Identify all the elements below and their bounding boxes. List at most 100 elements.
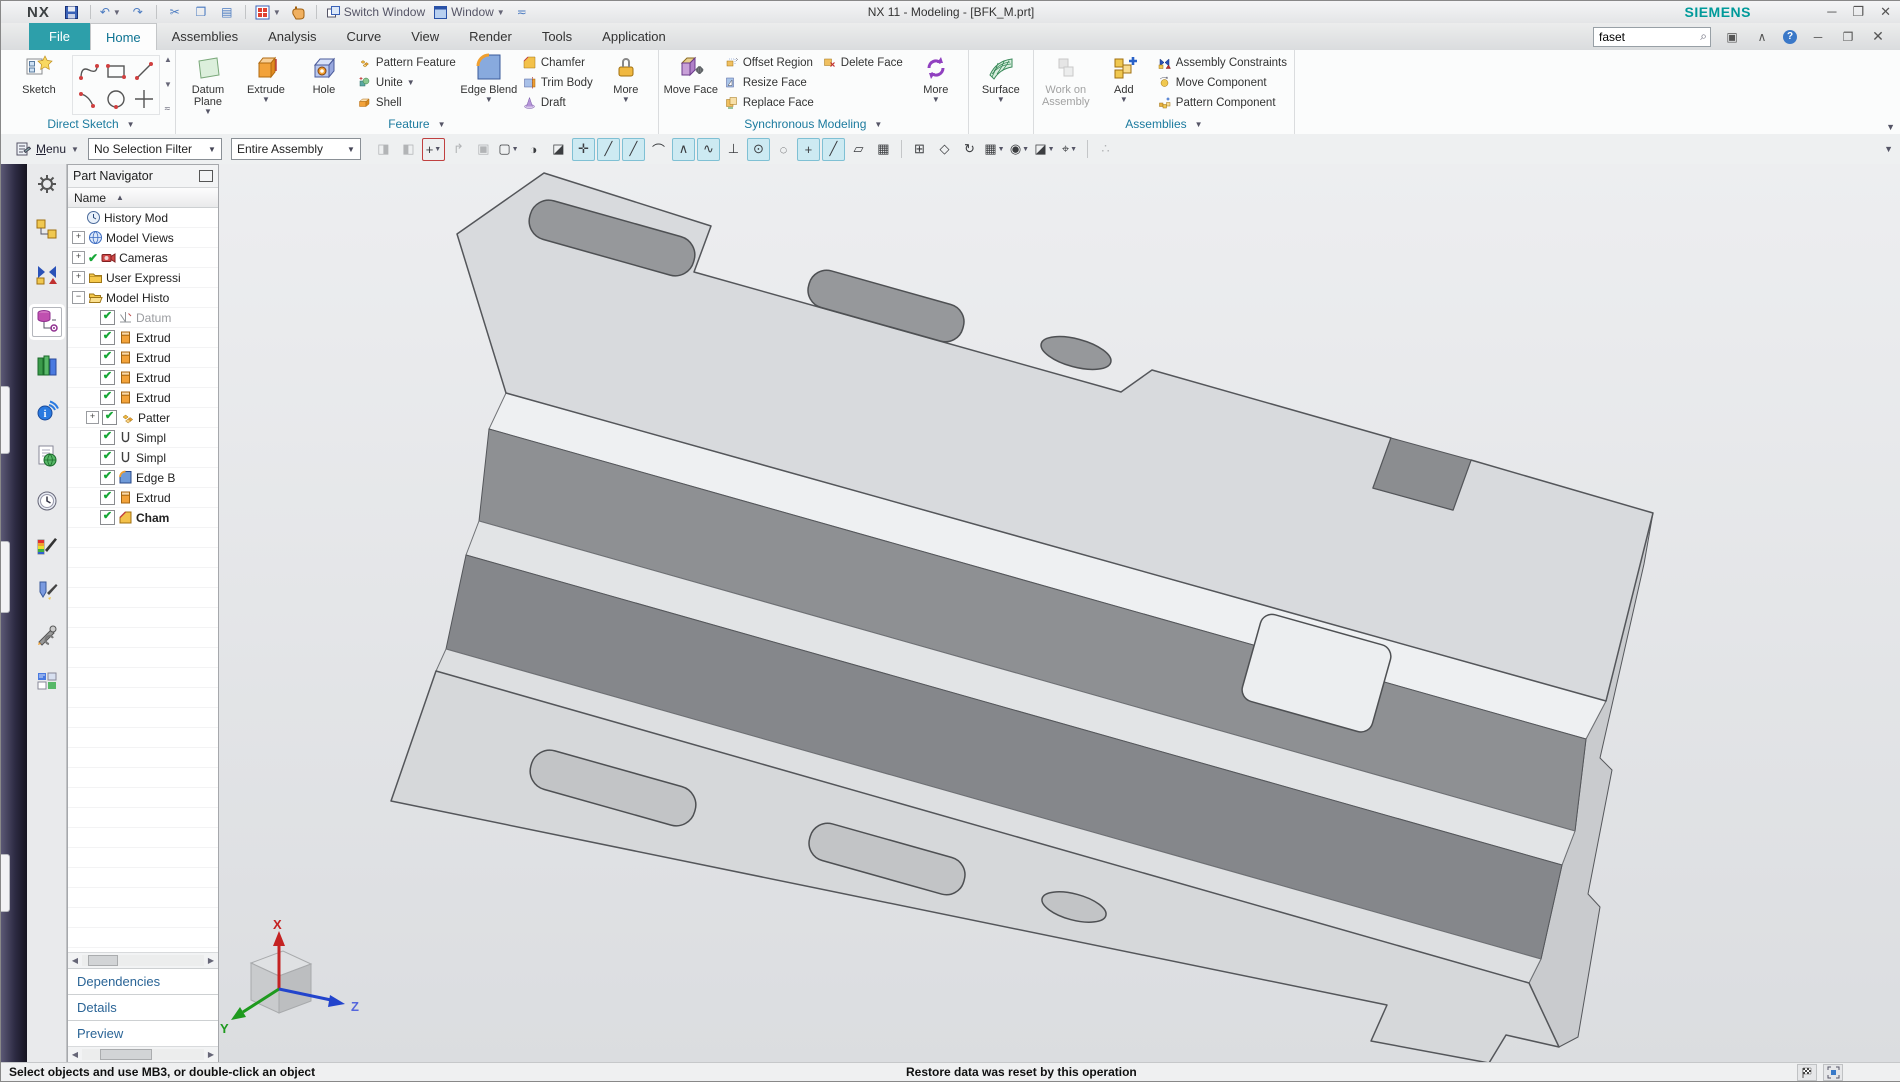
surface-button[interactable]: Surface▼ (972, 50, 1030, 114)
snap-enable-button[interactable]: ✛ (572, 138, 595, 161)
sketch-profile-icon[interactable] (75, 58, 101, 84)
feature-checkbox[interactable]: ✔ (100, 330, 115, 345)
tab-home[interactable]: Home (90, 23, 157, 50)
highlight-related-button[interactable]: ◧ (397, 138, 420, 161)
tree-item-history-mod[interactable]: History Mod (68, 208, 218, 228)
part-navigator-tab[interactable] (32, 307, 62, 337)
tab-curve[interactable]: Curve (332, 23, 397, 50)
tab-view[interactable]: View (396, 23, 454, 50)
process-studio-tab[interactable] (33, 534, 61, 562)
undo-button[interactable]: ↶▼ (97, 3, 124, 21)
group-dialog-launcher-icon[interactable]: ▼ (1195, 120, 1203, 129)
gallery-down-icon[interactable]: ▼ (164, 80, 172, 89)
history-tab[interactable] (33, 489, 61, 517)
feature-checkbox[interactable]: ✔ (100, 370, 115, 385)
gallery-expand-icon[interactable]: ≂ (164, 104, 172, 113)
copy-button[interactable]: ❐ (189, 3, 213, 21)
performance-flag-icon[interactable] (1797, 1064, 1817, 1081)
snap-point-options-button[interactable]: +▼ (422, 138, 445, 161)
snap-perpendicular-button[interactable]: ⊥ (722, 138, 745, 161)
fit-view-icon[interactable] (1823, 1064, 1843, 1081)
feature-checkbox[interactable]: ✔ (100, 510, 115, 525)
toolbar-overflow-icon[interactable]: ▼ (1884, 144, 1900, 154)
tab-analysis[interactable]: Analysis (253, 23, 331, 50)
tree-item-extrud[interactable]: ✔Extrud (68, 388, 218, 408)
tab-render[interactable]: Render (454, 23, 527, 50)
feature-checkbox[interactable]: ✔ (100, 390, 115, 405)
work-on-assembly-button[interactable]: Work on Assembly (1037, 50, 1095, 114)
select-next-button[interactable]: ↱ (447, 138, 470, 161)
snap-spline-button[interactable]: ∿ (697, 138, 720, 161)
tree-column-header[interactable]: Name ▲ (68, 187, 218, 208)
zoom-window-button[interactable]: ⊞ (908, 138, 931, 161)
round-hole[interactable] (1038, 330, 1115, 376)
switch-window-button[interactable]: Switch Window (323, 3, 428, 21)
web-browser-tab[interactable] (33, 444, 61, 472)
render-style-button[interactable]: ◉▼ (1008, 138, 1031, 161)
shaded-display-button[interactable]: ◑ (522, 138, 545, 161)
panel-horizontal-scrollbar[interactable]: ◀ ▶ (68, 1046, 218, 1062)
panel-handle[interactable] (1, 541, 10, 613)
feature-checkbox[interactable]: ✔ (100, 450, 115, 465)
pattern-feature-button[interactable]: Pattern Feature (353, 53, 460, 72)
more-button[interactable]: More▼ (907, 50, 965, 114)
redo-button[interactable]: ↷ (126, 3, 150, 21)
group-dialog-launcher-icon[interactable]: ▼ (874, 120, 882, 129)
tree-item-extrud[interactable]: ✔Extrud (68, 328, 218, 348)
restore-button[interactable]: ❐ (1852, 4, 1864, 20)
save-button[interactable] (60, 3, 84, 21)
close-button[interactable]: ✕ (1880, 4, 1891, 20)
tree-item-patter[interactable]: +✔Patter (68, 408, 218, 428)
delete-face-button[interactable]: Delete Face (818, 53, 907, 72)
scroll-left-icon[interactable]: ◀ (68, 956, 82, 965)
tree-item-model-histo[interactable]: −Model Histo (68, 288, 218, 308)
snap-polyline-button[interactable]: ∧ (672, 138, 695, 161)
qat-customize-button[interactable]: ≂ (510, 3, 534, 21)
tree-item-extrud[interactable]: ✔Extrud (68, 348, 218, 368)
shell-button[interactable]: Shell (353, 93, 460, 112)
graphics-viewport[interactable]: X Y Z (219, 164, 1900, 1063)
chamfer-button[interactable]: Chamfer (518, 53, 597, 72)
edge-blend-button[interactable]: Edge Blend▼ (460, 50, 518, 114)
display-grid-button[interactable]: ▦▼ (983, 138, 1006, 161)
expand-toggle-icon[interactable]: + (72, 231, 85, 244)
ribbon-overflow-icon[interactable]: ▼ (1886, 122, 1895, 132)
snap-center-button[interactable]: ⊙ (747, 138, 770, 161)
feature-checkbox[interactable]: ✔ (100, 430, 115, 445)
selection-scope-combo[interactable]: Entire Assembly▼ (231, 138, 361, 160)
work-section-button[interactable]: ∴ (1094, 138, 1117, 161)
pan-button[interactable]: ◇ (933, 138, 956, 161)
assembly-navigator-tab[interactable] (33, 217, 61, 245)
feature-checkbox[interactable]: ✔ (100, 490, 115, 505)
draft-button[interactable]: Draft (518, 93, 597, 112)
tab-file[interactable]: File (29, 23, 90, 50)
datum-plane-button[interactable]: Datum Plane▼ (179, 50, 237, 114)
orient-view-button[interactable]: ◪▼ (1033, 138, 1056, 161)
expand-toggle-icon[interactable]: − (72, 291, 85, 304)
feature-checkbox[interactable]: ✔ (100, 470, 115, 485)
undock-icon[interactable] (199, 170, 213, 182)
marquee-select-button[interactable]: ▢▼ (497, 138, 520, 161)
sketch-line-icon[interactable] (131, 58, 157, 84)
extrude-button[interactable]: Extrude▼ (237, 50, 295, 114)
expand-toggle-icon[interactable]: + (72, 271, 85, 284)
gallery-up-icon[interactable]: ▲ (164, 55, 172, 64)
tree-item-cameras[interactable]: +✔Cameras (68, 248, 218, 268)
assembly-constraints-button[interactable]: Assembly Constraints (1153, 53, 1291, 72)
snap-arc-button[interactable]: ⌒ (647, 138, 670, 161)
scroll-right-icon[interactable]: ▶ (204, 956, 218, 965)
panel-handle[interactable] (1, 854, 10, 912)
tab-assemblies[interactable]: Assemblies (157, 23, 253, 50)
reuse-library-tab[interactable] (33, 354, 61, 382)
doc-close-button[interactable]: ✕ (1869, 28, 1887, 46)
help-icon[interactable]: ? (1783, 30, 1797, 44)
window-menu-button[interactable]: Window▼ (430, 3, 508, 21)
doc-minimize-button[interactable]: ─ (1809, 28, 1827, 46)
tree-item-model-views[interactable]: +Model Views (68, 228, 218, 248)
tree-item-datum[interactable]: ✔Datum (68, 308, 218, 328)
fullscreen-icon[interactable]: ▣ (1723, 28, 1741, 46)
offset-region-button[interactable]: Offset Region (720, 53, 818, 72)
section-preview[interactable]: Preview (68, 1020, 218, 1046)
scroll-left-icon[interactable]: ◀ (68, 1050, 82, 1059)
scroll-right-icon[interactable]: ▶ (204, 1050, 218, 1059)
